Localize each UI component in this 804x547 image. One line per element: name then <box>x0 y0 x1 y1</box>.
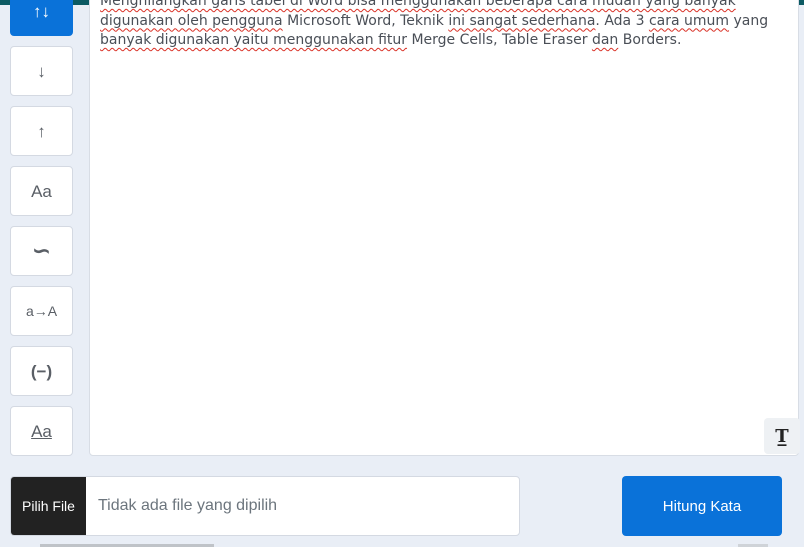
arrow-up-icon: ↑ <box>37 121 46 141</box>
parentheses-minus-button[interactable]: (−) <box>10 346 73 396</box>
text-case-button[interactable]: Aa <box>10 166 73 216</box>
font-toggle-button[interactable]: T̲ <box>764 418 800 454</box>
wave-button[interactable]: ∽ <box>10 226 73 276</box>
arrow-up-button[interactable]: ↑ <box>10 106 73 156</box>
arrow-down-icon: ↓ <box>37 61 46 81</box>
editor-content[interactable]: Menghilangkan garis tabel di Word bisa m… <box>100 0 790 51</box>
choose-file-button[interactable]: Pilih File <box>11 477 86 535</box>
text-case-icon: Aa <box>31 181 52 201</box>
font-toggle-icon: T̲ <box>775 425 789 447</box>
parentheses-minus-icon: (−) <box>30 361 53 381</box>
wave-icon: ∽ <box>32 238 51 263</box>
underline-text-icon: Aa <box>31 421 52 441</box>
text-line-3: banyak digunakan yaitu menggunakan fitur… <box>100 32 682 48</box>
text-line-1: Menghilangkan garis tabel di Word bisa m… <box>100 0 736 9</box>
text-line-2: digunakan oleh pengguna Microsoft Word, … <box>100 12 769 29</box>
lower-to-upper-button[interactable]: a→A <box>10 286 73 336</box>
file-input[interactable]: Pilih File Tidak ada file yang dipilih <box>10 476 520 536</box>
count-words-button[interactable]: Hitung Kata <box>622 476 782 536</box>
sort-button[interactable]: ↑↓ <box>10 0 73 36</box>
file-status-text: Tidak ada file yang dipilih <box>98 497 278 514</box>
text-editor[interactable]: Menghilangkan garis tabel di Word bisa m… <box>89 0 799 456</box>
underline-text-button[interactable]: Aa <box>10 406 73 456</box>
arrow-down-button[interactable]: ↓ <box>10 46 73 96</box>
lower-to-upper-icon: a→A <box>25 303 58 319</box>
sort-icon: ↑↓ <box>33 1 50 21</box>
